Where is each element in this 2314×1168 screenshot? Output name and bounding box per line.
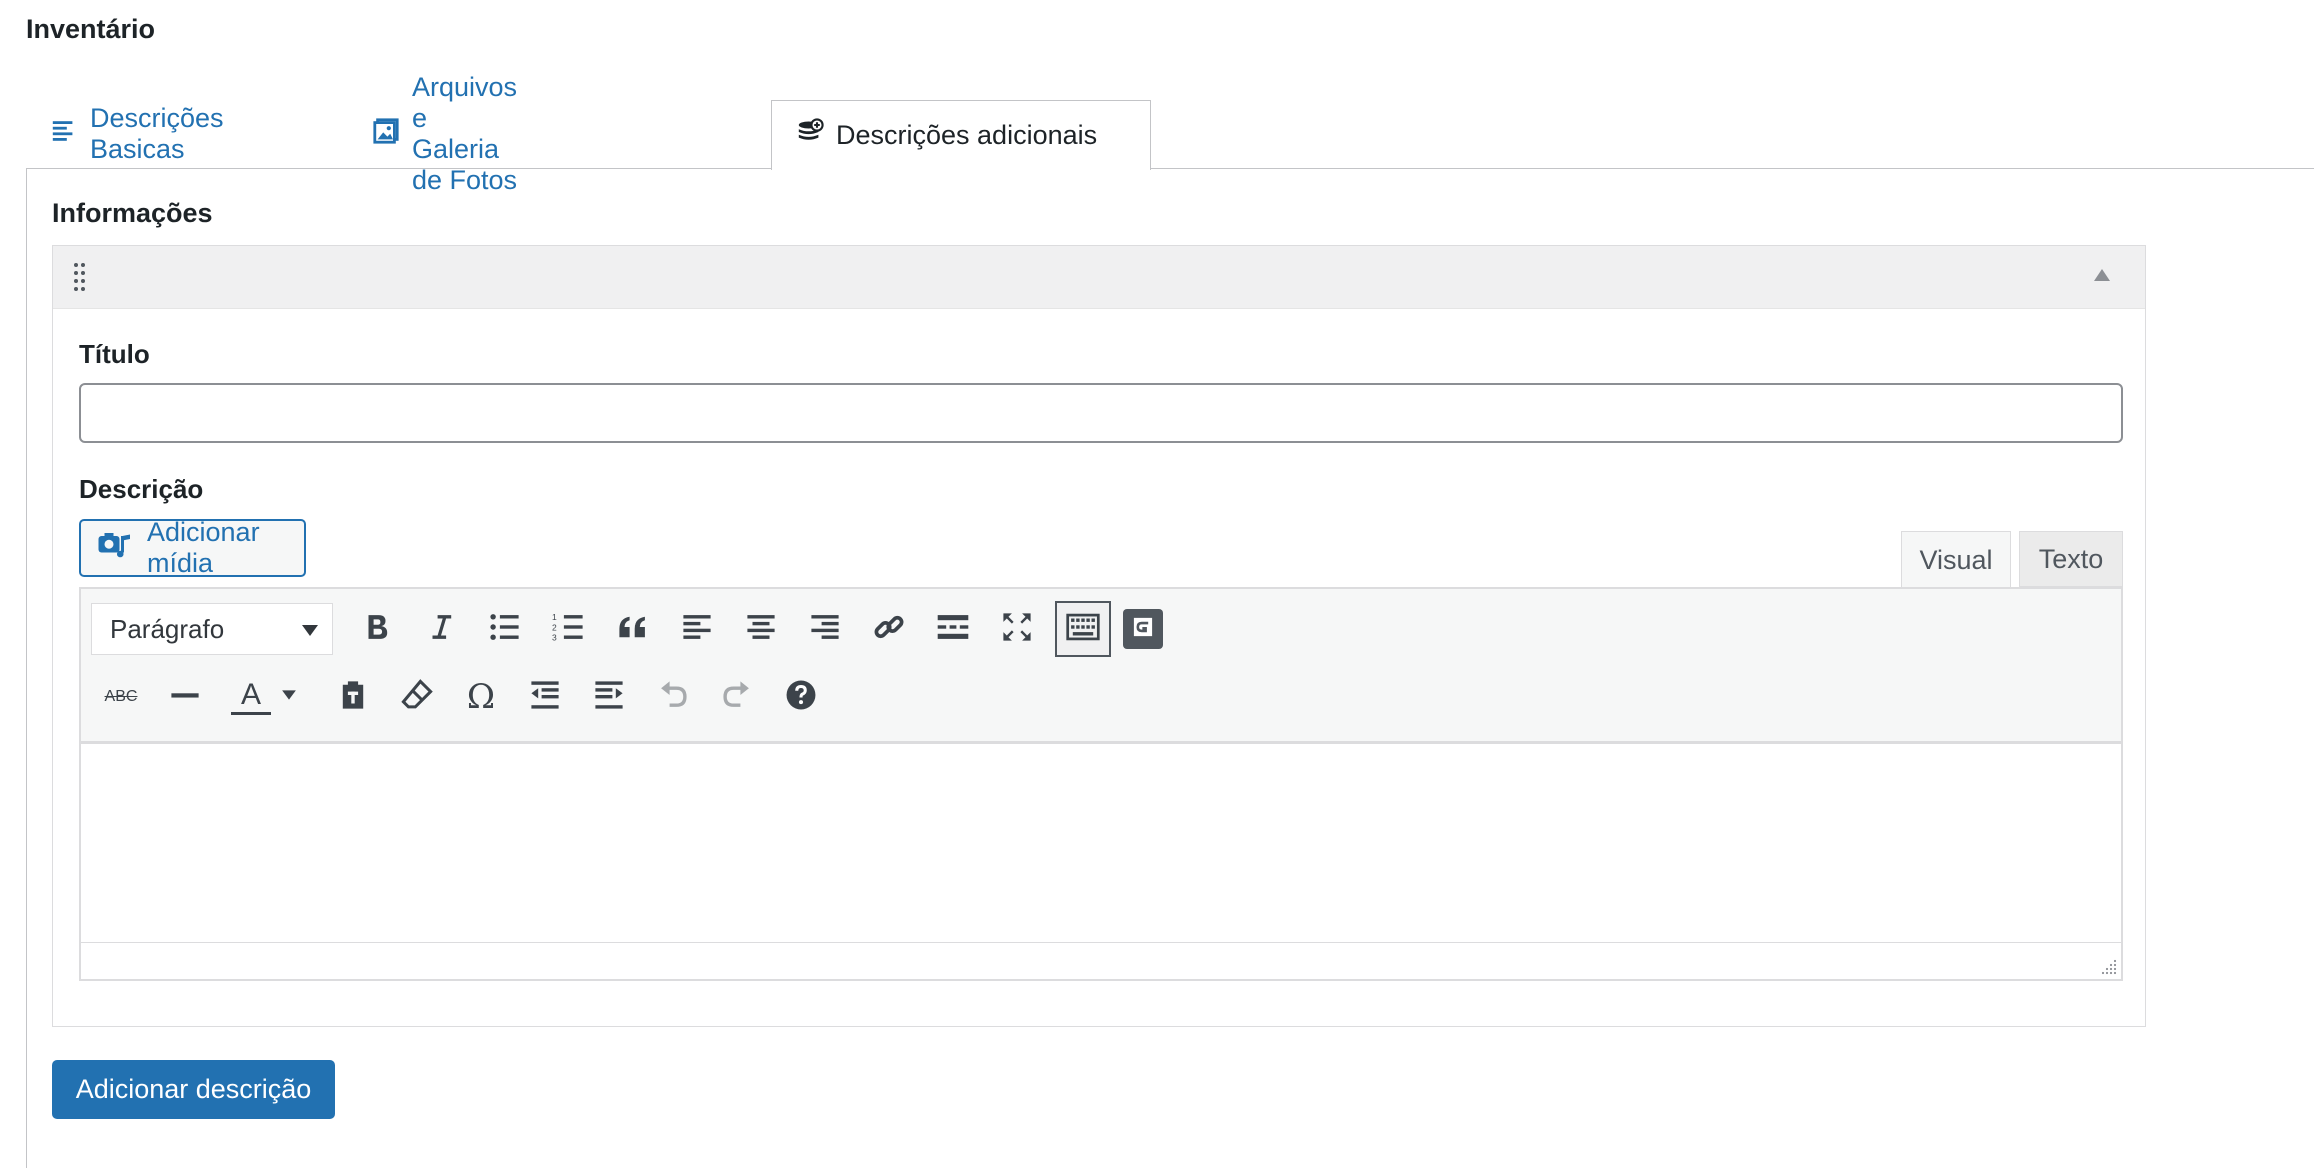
gallery-icon <box>372 117 400 152</box>
editor-toolbar: Parágrafo 123 ABC A Ω <box>81 589 2121 744</box>
editor-mode-visual[interactable]: Visual <box>1901 531 2011 589</box>
resize-handle-icon[interactable] <box>2099 957 2117 975</box>
add-media-button[interactable]: Adicionar mídia <box>79 517 306 578</box>
tab-descricoes-basicas[interactable]: Descrições Basicas <box>50 100 224 168</box>
svg-text:3: 3 <box>552 632 557 642</box>
informacoes-label: Informações <box>52 198 213 228</box>
tab-label: Descrições Basicas <box>90 103 224 164</box>
link-button[interactable] <box>863 603 915 655</box>
italic-icon <box>424 610 458 649</box>
paste-text-button[interactable] <box>327 671 379 723</box>
text-color-dropdown[interactable] <box>277 671 301 723</box>
help-icon <box>784 678 818 717</box>
chevron-down-icon <box>281 688 297 706</box>
link-icon <box>872 610 906 649</box>
special-character-icon: Ω <box>466 677 496 717</box>
italic-button[interactable] <box>415 603 467 655</box>
bullet-list-icon <box>488 610 522 649</box>
tab-label: Arquivos e Galeria de Fotos <box>412 72 518 195</box>
indent-icon <box>592 678 626 717</box>
outdent-icon <box>528 678 562 717</box>
text-color-letter: A <box>240 677 261 711</box>
horizontal-line-icon <box>168 678 202 717</box>
blockquote-button[interactable] <box>607 603 659 655</box>
section-title: Inventário <box>26 14 156 44</box>
align-center-icon <box>744 610 778 649</box>
panel-header <box>53 246 2145 309</box>
align-right-button[interactable] <box>799 603 851 655</box>
tab-arquivos-galeria[interactable]: Arquivos e Galeria de Fotos <box>372 72 517 195</box>
horizontal-line-button[interactable] <box>159 671 211 723</box>
bullet-list-button[interactable] <box>479 603 531 655</box>
strikethrough-button[interactable]: ABC <box>95 671 147 723</box>
toolbar-toggle-button[interactable] <box>1055 601 1111 657</box>
redo-icon <box>720 678 754 717</box>
undo-button[interactable] <box>647 671 699 723</box>
editor-statusbar <box>81 942 2121 979</box>
collapse-arrow-icon[interactable] <box>2093 268 2111 282</box>
blockquote-icon <box>616 610 650 649</box>
indent-button[interactable] <box>583 671 635 723</box>
gravity-form-icon <box>1130 614 1156 645</box>
description-panel: Título Descrição Adicionar mídia Visual … <box>52 245 2146 1027</box>
toolbar-toggle-icon <box>1066 610 1100 649</box>
align-right-icon <box>808 610 842 649</box>
read-more-button[interactable] <box>927 603 979 655</box>
text-color-button[interactable]: A <box>223 671 279 723</box>
database-add-icon <box>796 118 824 153</box>
rich-text-editor: Parágrafo 123 ABC A Ω <box>79 587 2123 981</box>
editor-content-area[interactable] <box>81 744 2121 942</box>
align-left-icon <box>50 117 78 152</box>
tab-descricoes-adicionais[interactable]: Descrições adicionais <box>771 100 1151 170</box>
media-icon <box>97 527 133 570</box>
numbered-list-button[interactable]: 123 <box>543 603 595 655</box>
gravity-form-button[interactable] <box>1123 609 1163 649</box>
strikethrough-icon: ABC <box>104 688 138 705</box>
undo-icon <box>656 678 690 717</box>
numbered-list-icon: 123 <box>552 610 586 649</box>
align-left-button[interactable] <box>671 603 723 655</box>
format-select-value: Parágrafo <box>110 613 225 644</box>
bold-icon <box>360 610 394 649</box>
format-select[interactable]: Parágrafo <box>91 603 333 655</box>
clear-formatting-button[interactable] <box>391 671 443 723</box>
outdent-button[interactable] <box>519 671 571 723</box>
descricao-label: Descrição <box>79 474 204 504</box>
read-more-icon <box>936 610 970 649</box>
align-center-button[interactable] <box>735 603 787 655</box>
titulo-label: Título <box>79 339 150 369</box>
paste-text-icon <box>336 678 370 717</box>
tabs-divider <box>26 168 2314 169</box>
drag-handle-icon[interactable] <box>73 262 87 292</box>
redo-button[interactable] <box>711 671 763 723</box>
text-color-icon: A <box>231 677 271 715</box>
svg-text:2: 2 <box>552 622 557 632</box>
add-media-label: Adicionar mídia <box>147 517 260 578</box>
editor-mode-texto[interactable]: Texto <box>2019 531 2123 587</box>
fullscreen-button[interactable] <box>991 603 1043 655</box>
help-button[interactable] <box>775 671 827 723</box>
chevron-down-icon <box>302 625 318 636</box>
content-left-border <box>26 168 27 1168</box>
titulo-input[interactable] <box>79 383 2123 443</box>
svg-text:1: 1 <box>552 612 557 622</box>
clear-formatting-icon <box>400 678 434 717</box>
bold-button[interactable] <box>351 603 403 655</box>
tab-label: Descrições adicionais <box>836 120 1098 150</box>
special-character-button[interactable]: Ω <box>455 671 507 723</box>
align-left-icon <box>680 610 714 649</box>
add-description-button[interactable]: Adicionar descrição <box>52 1060 335 1119</box>
fullscreen-icon <box>1000 610 1034 649</box>
page: Inventário Descrições Basicas Arquivos e… <box>0 0 2314 1168</box>
